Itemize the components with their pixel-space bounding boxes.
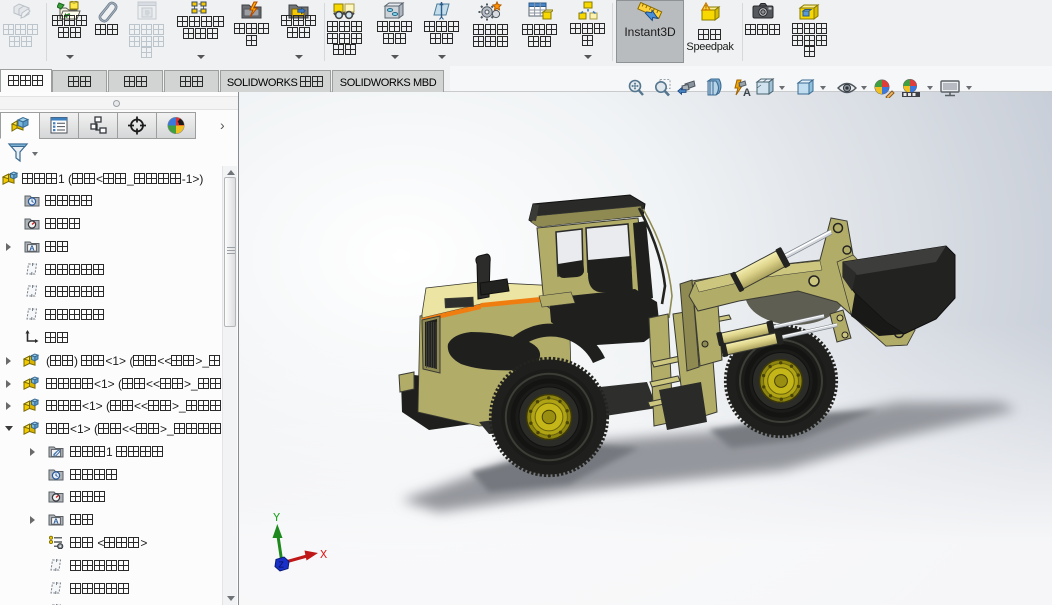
svg-text:!: ! (705, 5, 707, 11)
svg-text:A: A (29, 243, 35, 252)
svg-text:X: X (320, 548, 327, 562)
svg-text:Z: Z (279, 561, 285, 571)
svg-text:Y: Y (273, 511, 280, 525)
svg-text:A: A (53, 517, 59, 526)
